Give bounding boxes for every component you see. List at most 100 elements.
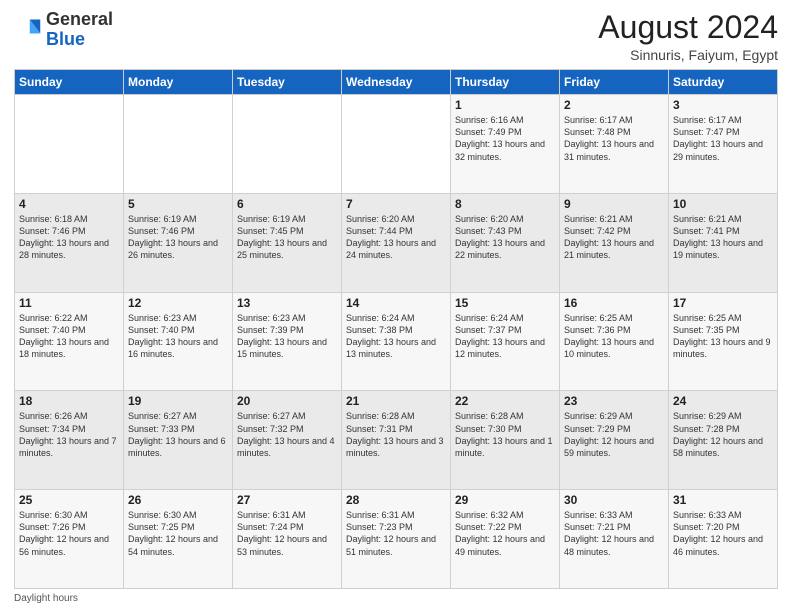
day-number: 13 (237, 296, 337, 310)
calendar-cell: 21Sunrise: 6:28 AM Sunset: 7:31 PM Dayli… (342, 391, 451, 490)
calendar-cell (15, 95, 124, 194)
cell-content: Sunrise: 6:23 AM Sunset: 7:40 PM Dayligh… (128, 312, 228, 361)
calendar-cell: 20 Sunrise: 6:27 AM Sunset: 7:32 PM Dayli… (233, 391, 342, 490)
day-number: 20 (237, 394, 337, 408)
month-year: August 2024 (598, 10, 778, 45)
day-number: 26 (128, 493, 228, 507)
logo-icon (14, 16, 42, 44)
cell-content: Sunrise: 6:20 AM Sunset: 7:44 PM Dayligh… (346, 213, 446, 262)
week-row-4: 18Sunrise: 6:26 AM Sunset: 7:34 PM Dayli… (15, 391, 778, 490)
weekday-header-wednesday: Wednesday (342, 70, 451, 95)
logo-text: General Blue (46, 10, 113, 50)
cell-content: Sunrise: 6:22 AM Sunset: 7:40 PM Dayligh… (19, 312, 119, 361)
day-number: 14 (346, 296, 446, 310)
cell-content: Sunrise: 6:31 AM Sunset: 7:23 PM Dayligh… (346, 509, 446, 558)
day-number: 29 (455, 493, 555, 507)
logo-blue: Blue (46, 29, 85, 49)
cell-content: Sunrise: 6:30 AM Sunset: 7:25 PM Dayligh… (128, 509, 228, 558)
cell-content: Sunrise: 6:26 AM Sunset: 7:34 PM Dayligh… (19, 410, 119, 459)
cell-content: Sunrise: 6:16 AM Sunset: 7:49 PM Dayligh… (455, 114, 555, 163)
cell-content: Sunrise: 6:29 AM Sunset: 7:29 PM Dayligh… (564, 410, 664, 459)
weekday-row: SundayMondayTuesdayWednesdayThursdayFrid… (15, 70, 778, 95)
day-number: 16 (564, 296, 664, 310)
calendar-cell: 15 Sunrise: 6:24 AM Sunset: 7:37 PM Dayli… (451, 292, 560, 391)
calendar-cell: 29 Sunrise: 6:32 AM Sunset: 7:22 PM Dayli… (451, 490, 560, 589)
cell-content: Sunrise: 6:24 AM Sunset: 7:38 PM Dayligh… (346, 312, 446, 361)
calendar-cell: 9 Sunrise: 6:21 AM Sunset: 7:42 PM Daylig… (560, 193, 669, 292)
week-row-5: 25Sunrise: 6:30 AM Sunset: 7:26 PM Dayli… (15, 490, 778, 589)
calendar-cell: 24 Sunrise: 6:29 AM Sunset: 7:28 PM Dayli… (669, 391, 778, 490)
day-number: 7 (346, 197, 446, 211)
day-number: 4 (19, 197, 119, 211)
weekday-header-friday: Friday (560, 70, 669, 95)
weekday-header-saturday: Saturday (669, 70, 778, 95)
calendar-cell: 8 Sunrise: 6:20 AM Sunset: 7:43 PM Daylig… (451, 193, 560, 292)
day-number: 15 (455, 296, 555, 310)
cell-content: Sunrise: 6:25 AM Sunset: 7:35 PM Dayligh… (673, 312, 773, 361)
calendar-cell: 19 Sunrise: 6:27 AM Sunset: 7:33 PM Dayli… (124, 391, 233, 490)
weekday-header-monday: Monday (124, 70, 233, 95)
day-number: 22 (455, 394, 555, 408)
calendar-header: SundayMondayTuesdayWednesdayThursdayFrid… (15, 70, 778, 95)
calendar-cell: 6Sunrise: 6:19 AM Sunset: 7:45 PM Daylig… (233, 193, 342, 292)
cell-content: Sunrise: 6:29 AM Sunset: 7:28 PM Dayligh… (673, 410, 773, 459)
calendar-cell: 28 Sunrise: 6:31 AM Sunset: 7:23 PM Dayli… (342, 490, 451, 589)
calendar-cell: 18Sunrise: 6:26 AM Sunset: 7:34 PM Dayli… (15, 391, 124, 490)
calendar-cell (124, 95, 233, 194)
calendar-body: 1 Sunrise: 6:16 AM Sunset: 7:49 PM Daylig… (15, 95, 778, 589)
day-number: 12 (128, 296, 228, 310)
calendar-cell: 22 Sunrise: 6:28 AM Sunset: 7:30 PM Dayli… (451, 391, 560, 490)
calendar-cell: 13 Sunrise: 6:23 AM Sunset: 7:39 PM Dayli… (233, 292, 342, 391)
calendar-cell: 11 Sunrise: 6:22 AM Sunset: 7:40 PM Dayli… (15, 292, 124, 391)
cell-content: Sunrise: 6:27 AM Sunset: 7:32 PM Dayligh… (237, 410, 337, 459)
day-number: 19 (128, 394, 228, 408)
cell-content: Sunrise: 6:31 AM Sunset: 7:24 PM Dayligh… (237, 509, 337, 558)
calendar-cell: 2 Sunrise: 6:17 AM Sunset: 7:48 PM Daylig… (560, 95, 669, 194)
cell-content: Sunrise: 6:17 AM Sunset: 7:48 PM Dayligh… (564, 114, 664, 163)
calendar-cell (342, 95, 451, 194)
page: General Blue August 2024 Sinnuris, Faiyu… (0, 0, 792, 612)
cell-content: Sunrise: 6:23 AM Sunset: 7:39 PM Dayligh… (237, 312, 337, 361)
day-number: 2 (564, 98, 664, 112)
calendar-cell: 25Sunrise: 6:30 AM Sunset: 7:26 PM Dayli… (15, 490, 124, 589)
calendar-cell: 3Sunrise: 6:17 AM Sunset: 7:47 PM Daylig… (669, 95, 778, 194)
day-number: 1 (455, 98, 555, 112)
week-row-2: 4Sunrise: 6:18 AM Sunset: 7:46 PM Daylig… (15, 193, 778, 292)
cell-content: Sunrise: 6:33 AM Sunset: 7:20 PM Dayligh… (673, 509, 773, 558)
calendar-cell (233, 95, 342, 194)
day-number: 10 (673, 197, 773, 211)
day-number: 31 (673, 493, 773, 507)
calendar-cell: 14 Sunrise: 6:24 AM Sunset: 7:38 PM Dayli… (342, 292, 451, 391)
calendar-cell: 1 Sunrise: 6:16 AM Sunset: 7:49 PM Daylig… (451, 95, 560, 194)
calendar-cell: 16Sunrise: 6:25 AM Sunset: 7:36 PM Dayli… (560, 292, 669, 391)
calendar-cell: 7 Sunrise: 6:20 AM Sunset: 7:44 PM Daylig… (342, 193, 451, 292)
cell-content: Sunrise: 6:17 AM Sunset: 7:47 PM Dayligh… (673, 114, 773, 163)
calendar-cell: 31 Sunrise: 6:33 AM Sunset: 7:20 PM Dayli… (669, 490, 778, 589)
cell-content: Sunrise: 6:32 AM Sunset: 7:22 PM Dayligh… (455, 509, 555, 558)
logo-general: General (46, 9, 113, 29)
day-number: 9 (564, 197, 664, 211)
day-number: 21 (346, 394, 446, 408)
day-number: 11 (19, 296, 119, 310)
day-number: 28 (346, 493, 446, 507)
weekday-header-sunday: Sunday (15, 70, 124, 95)
cell-content: Sunrise: 6:27 AM Sunset: 7:33 PM Dayligh… (128, 410, 228, 459)
day-number: 8 (455, 197, 555, 211)
week-row-3: 11 Sunrise: 6:22 AM Sunset: 7:40 PM Dayli… (15, 292, 778, 391)
calendar-cell: 5Sunrise: 6:19 AM Sunset: 7:46 PM Daylig… (124, 193, 233, 292)
title-block: August 2024 Sinnuris, Faiyum, Egypt (598, 10, 778, 63)
calendar-cell: 10Sunrise: 6:21 AM Sunset: 7:41 PM Dayli… (669, 193, 778, 292)
cell-content: Sunrise: 6:19 AM Sunset: 7:46 PM Dayligh… (128, 213, 228, 262)
calendar-cell: 17Sunrise: 6:25 AM Sunset: 7:35 PM Dayli… (669, 292, 778, 391)
day-number: 25 (19, 493, 119, 507)
cell-content: Sunrise: 6:21 AM Sunset: 7:42 PM Dayligh… (564, 213, 664, 262)
location: Sinnuris, Faiyum, Egypt (598, 47, 778, 63)
calendar-cell: 27Sunrise: 6:31 AM Sunset: 7:24 PM Dayli… (233, 490, 342, 589)
cell-content: Sunrise: 6:24 AM Sunset: 7:37 PM Dayligh… (455, 312, 555, 361)
day-number: 23 (564, 394, 664, 408)
day-number: 24 (673, 394, 773, 408)
cell-content: Sunrise: 6:20 AM Sunset: 7:43 PM Dayligh… (455, 213, 555, 262)
cell-content: Sunrise: 6:28 AM Sunset: 7:30 PM Dayligh… (455, 410, 555, 459)
day-number: 30 (564, 493, 664, 507)
cell-content: Sunrise: 6:33 AM Sunset: 7:21 PM Dayligh… (564, 509, 664, 558)
